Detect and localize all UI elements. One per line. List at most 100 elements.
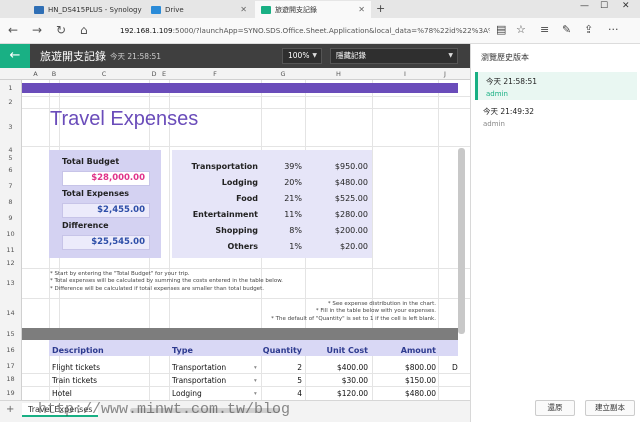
forward-arrow-icon[interactable]: → [32, 23, 42, 37]
note-line: * See expense distribution in the chart. [327, 301, 436, 307]
close-icon[interactable]: ✕ [358, 5, 365, 14]
version-item[interactable]: 今天 21:58:51 admin [475, 72, 637, 100]
category-percent[interactable]: 11% [262, 210, 302, 219]
share-icon[interactable]: ⇪ [584, 23, 593, 36]
row-amount[interactable]: $150.00 [372, 376, 436, 385]
row-header[interactable]: 4 [0, 146, 22, 154]
document-title: 旅遊開支記錄 [40, 50, 106, 63]
version-item[interactable]: 今天 21:49:32 admin [475, 102, 637, 130]
chevron-down-icon: ▼ [448, 52, 453, 59]
row-header[interactable]: 9 [0, 210, 22, 226]
row-quantity[interactable]: 2 [262, 363, 302, 372]
url-input[interactable]: 192.168.1.109:5000/?launchApp=SYNO.SDS.O… [120, 23, 490, 39]
browser-tab-synology[interactable]: HN_DS415PLUS - Synology D ✕ [28, 1, 144, 18]
favorite-star-icon[interactable]: ☆ [516, 23, 526, 36]
close-icon[interactable]: ✕ [240, 5, 247, 14]
vertical-scrollbar[interactable] [458, 148, 465, 334]
row-header[interactable]: 1 [0, 80, 22, 96]
browser-tab-sheet[interactable]: 旅遊開支記錄 ✕ [255, 1, 371, 18]
category-amount[interactable]: $200.00 [306, 226, 368, 235]
row-header[interactable]: 19 [0, 386, 22, 400]
row-header[interactable]: 14 [0, 298, 22, 328]
browser-tab-drive[interactable]: Drive ✕ [145, 1, 253, 18]
column-header[interactable]: I [372, 70, 438, 78]
category-amount[interactable]: $480.00 [306, 178, 368, 187]
row-quantity[interactable]: 4 [262, 389, 302, 398]
chevron-down-icon[interactable]: ▾ [254, 391, 257, 397]
column-header[interactable]: C [59, 70, 149, 78]
category-amount[interactable]: $950.00 [306, 162, 368, 171]
spreadsheet[interactable]: A B C D E F G H I J 1 2 3 4 5 6 7 8 9 10… [0, 68, 470, 400]
row-type[interactable]: Transportation [172, 376, 226, 385]
row-header[interactable]: 16 [0, 340, 22, 360]
row-description[interactable]: Train tickets [52, 376, 97, 385]
category-amount[interactable]: $20.00 [306, 242, 368, 251]
back-arrow-icon[interactable]: ← [8, 23, 18, 37]
row-header[interactable]: 17 [0, 360, 22, 373]
row-unit-cost[interactable]: $120.00 [306, 389, 368, 398]
back-arrow-icon[interactable]: ← [0, 44, 30, 68]
more-icon[interactable]: ··· [608, 23, 619, 36]
total-expenses-cell[interactable]: $2,455.00 [62, 203, 150, 218]
row-header[interactable]: 15 [0, 328, 22, 340]
make-copy-button[interactable]: 建立副本 [585, 400, 635, 416]
extra-cell[interactable]: D [452, 363, 458, 372]
column-header[interactable]: D [149, 70, 159, 78]
row-type[interactable]: Lodging [172, 389, 202, 398]
hide-history-select[interactable]: 隱藏記錄 ▼ [330, 48, 458, 64]
column-header[interactable]: E [159, 70, 169, 78]
total-budget-cell[interactable]: $28,000.00 [62, 171, 150, 186]
row-description[interactable]: Hotel [52, 389, 72, 398]
row-header[interactable]: 3 [0, 108, 22, 146]
category-percent[interactable]: 21% [262, 194, 302, 203]
home-icon[interactable]: ⌂ [80, 23, 88, 37]
column-header[interactable]: J [438, 70, 452, 78]
column-header[interactable]: B [49, 70, 59, 78]
cell-grid[interactable]: Travel Expenses Total Budget $28,000.00 … [22, 80, 470, 400]
zoom-select[interactable]: 100% ▼ [282, 48, 322, 64]
column-header[interactable]: F [169, 70, 261, 78]
row-header[interactable]: 12 [0, 258, 22, 268]
restore-button[interactable]: 還原 [535, 400, 575, 416]
window-close-icon[interactable]: ✕ [622, 1, 630, 11]
refresh-icon[interactable]: ↻ [56, 23, 66, 37]
row-header[interactable]: 10 [0, 226, 22, 242]
row-header[interactable]: 5 [0, 154, 22, 162]
category-amount[interactable]: $525.00 [306, 194, 368, 203]
row-header[interactable]: 8 [0, 194, 22, 210]
minimize-icon[interactable]: — [580, 1, 589, 11]
column-header[interactable]: A [22, 70, 49, 78]
add-sheet-icon[interactable]: + [6, 404, 14, 415]
row-header[interactable]: 6 [0, 162, 22, 178]
category-percent[interactable]: 1% [262, 242, 302, 251]
category-percent[interactable]: 39% [262, 162, 302, 171]
difference-cell[interactable]: $25,545.00 [62, 235, 150, 250]
row-type[interactable]: Transportation [172, 363, 226, 372]
row-header[interactable]: 7 [0, 178, 22, 194]
category-percent[interactable]: 8% [262, 226, 302, 235]
chevron-down-icon[interactable]: ▾ [254, 365, 257, 371]
row-description[interactable]: Flight tickets [52, 363, 100, 372]
col-amount-header: Amount [400, 346, 436, 355]
column-header[interactable]: G [261, 70, 305, 78]
row-amount[interactable]: $480.00 [372, 389, 436, 398]
row-header[interactable]: 18 [0, 373, 22, 386]
row-amount[interactable]: $800.00 [372, 363, 436, 372]
note-line: * Fill in the table below with your expe… [315, 308, 436, 315]
gridline [22, 298, 470, 299]
category-amount[interactable]: $280.00 [306, 210, 368, 219]
row-unit-cost[interactable]: $30.00 [306, 376, 368, 385]
row-unit-cost[interactable]: $400.00 [306, 363, 368, 372]
column-header[interactable]: H [305, 70, 372, 78]
row-header[interactable]: 2 [0, 96, 22, 108]
row-header[interactable]: 11 [0, 242, 22, 258]
chevron-down-icon[interactable]: ▾ [254, 378, 257, 384]
hub-icon[interactable]: ≡ [540, 23, 549, 36]
maximize-icon[interactable]: ☐ [600, 1, 608, 11]
row-header[interactable]: 13 [0, 268, 22, 298]
reading-view-icon[interactable]: ▤ [496, 23, 506, 36]
new-tab-icon[interactable]: + [376, 2, 385, 15]
pen-icon[interactable]: ✎ [562, 23, 571, 36]
category-percent[interactable]: 20% [262, 178, 302, 187]
row-quantity[interactable]: 5 [262, 376, 302, 385]
